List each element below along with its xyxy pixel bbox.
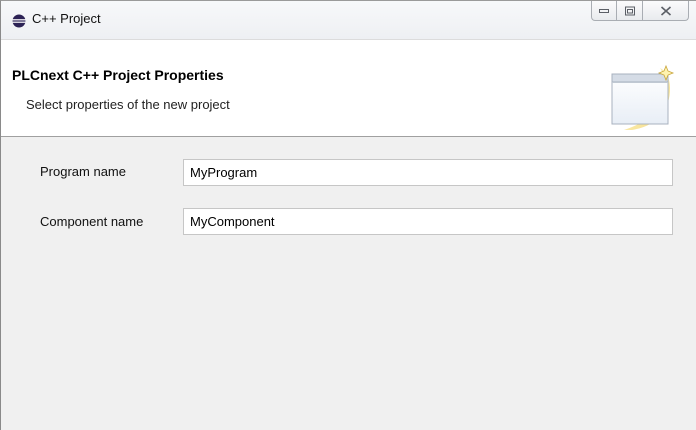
- eclipse-icon: [12, 13, 26, 28]
- component-name-input[interactable]: [183, 208, 673, 235]
- title-bar[interactable]: C++ Project: [1, 1, 696, 39]
- window-title: C++ Project: [32, 11, 101, 26]
- page-subtitle: Select properties of the new project: [26, 97, 230, 112]
- component-name-label: Component name: [40, 214, 144, 229]
- wizard-body: Program name Component name: [1, 137, 696, 430]
- window-controls: [591, 1, 689, 23]
- program-name-label: Program name: [40, 164, 126, 179]
- page-title: PLCnext C++ Project Properties: [12, 67, 224, 83]
- restore-icon: [624, 6, 635, 15]
- project-wizard-window: C++ Project PLCnext C++ Project Properti…: [0, 0, 696, 430]
- close-icon: [660, 5, 671, 16]
- program-name-input[interactable]: [183, 159, 673, 186]
- close-button[interactable]: [643, 1, 689, 21]
- minimize-icon: [599, 8, 609, 13]
- wizard-header: PLCnext C++ Project Properties Select pr…: [1, 39, 696, 136]
- restore-button[interactable]: [617, 1, 643, 21]
- minimize-button[interactable]: [591, 1, 617, 21]
- new-project-wizard-icon: [604, 60, 684, 132]
